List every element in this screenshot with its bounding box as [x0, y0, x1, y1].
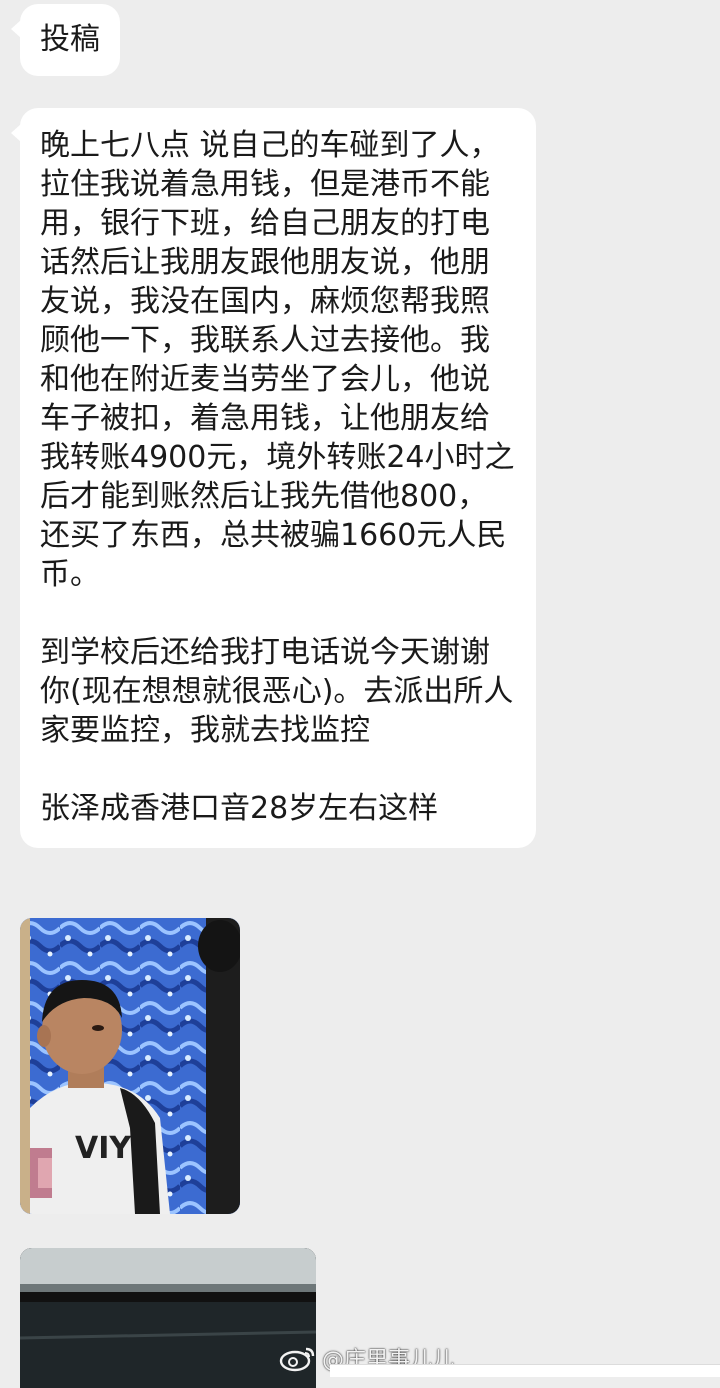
- message-bubble[interactable]: 投稿: [11, 4, 120, 76]
- bubble-tail: [11, 20, 21, 38]
- weibo-icon: [279, 1347, 315, 1372]
- bottom-bar: [330, 1364, 720, 1377]
- message-paragraph: 到学校后还给我打电话说今天谢谢你(现在想想就很恶心)。去派出所人家要监控，我就去…: [40, 635, 514, 748]
- image-message[interactable]: [20, 1248, 316, 1388]
- surveillance-photo: [20, 1248, 316, 1388]
- message-bubble[interactable]: 晚上七八点 说自己的车碰到了人，拉住我说着急用钱，但是港币不能用，银行下班，给自…: [11, 108, 536, 848]
- surveillance-photo: VIY: [20, 918, 240, 1214]
- message-text: 投稿: [40, 22, 100, 57]
- bubble-tail: [11, 124, 21, 142]
- message-paragraph: 晚上七八点 说自己的车碰到了人，拉住我说着急用钱，但是港币不能用，银行下班，给自…: [40, 128, 515, 592]
- image-message[interactable]: VIY: [20, 918, 240, 1214]
- message-paragraph: 张泽成香港口音28岁左右这样: [40, 791, 439, 826]
- svg-text:VIY: VIY: [75, 1131, 132, 1166]
